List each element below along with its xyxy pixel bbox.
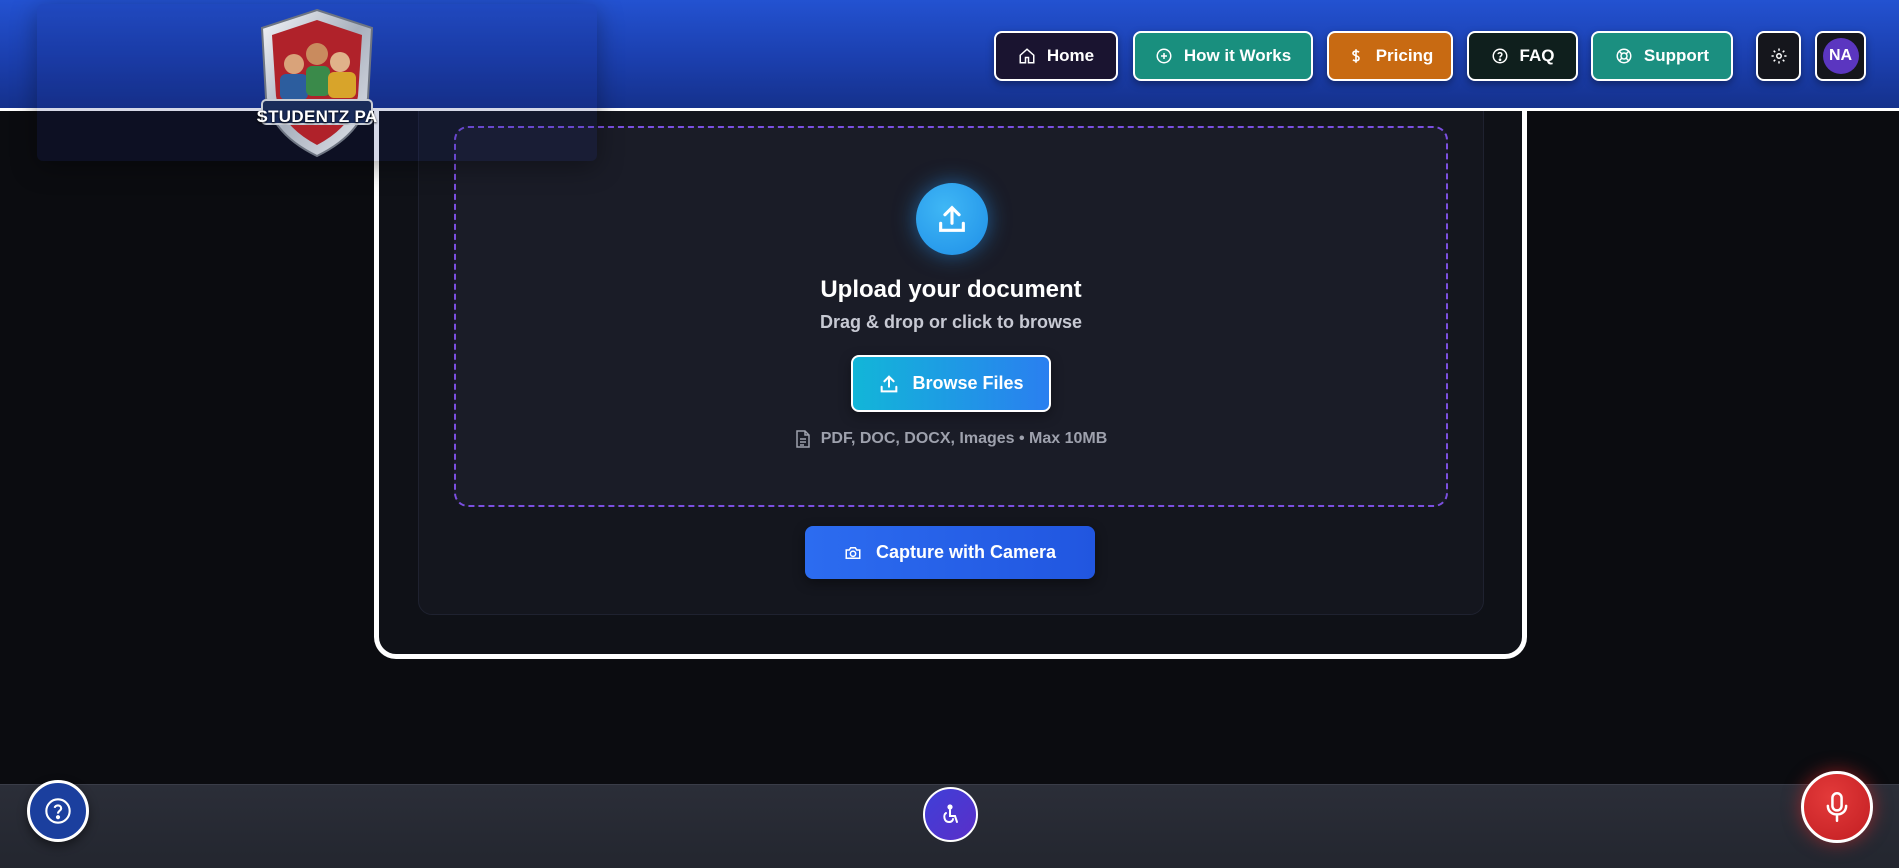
upload-subtitle: Drag & drop or click to browse: [819, 312, 1083, 332]
logo[interactable]: STUDENTZ PA: [250, 6, 384, 160]
home-button[interactable]: Home: [994, 31, 1118, 81]
upload-title: Upload your document: [820, 276, 1082, 303]
avatar: NA: [1822, 38, 1859, 74]
lifebuoy-icon: [1616, 48, 1632, 64]
microphone-button[interactable]: [1801, 771, 1873, 843]
upload-icon: [939, 205, 965, 232]
accepted-formats: PDF, DOC, DOCX, Images • Max 10MB: [456, 430, 1446, 448]
settings-button[interactable]: [1756, 31, 1801, 81]
logo-text: STUDENTZ PA: [256, 107, 378, 126]
capture-camera-label: Capture with Camera: [875, 542, 1057, 562]
question-circle-icon: [1492, 48, 1508, 64]
faq-button[interactable]: FAQ: [1467, 31, 1578, 81]
how-it-works-button[interactable]: How it Works: [1133, 31, 1313, 81]
how-it-works-label: How it Works: [1183, 46, 1292, 65]
help-button[interactable]: [27, 780, 89, 842]
support-button[interactable]: Support: [1591, 31, 1733, 81]
gear-icon: [1771, 48, 1786, 64]
upload-icon: [881, 374, 898, 392]
home-label: Home: [1046, 46, 1095, 65]
pricing-button[interactable]: Pricing: [1327, 31, 1453, 81]
user-avatar-button[interactable]: NA: [1815, 31, 1866, 81]
browse-files-button[interactable]: Browse Files: [851, 355, 1051, 412]
capture-camera-button[interactable]: Capture with Camera: [805, 526, 1095, 579]
faq-label: FAQ: [1519, 46, 1555, 65]
dollar-icon: [1351, 49, 1360, 63]
accessibility-button[interactable]: [923, 787, 978, 842]
support-label: Support: [1643, 46, 1710, 65]
upload-dropzone[interactable]: Upload your document Drag & drop or clic…: [454, 126, 1448, 507]
pricing-label: Pricing: [1375, 46, 1434, 65]
shield-logo-icon: [260, 8, 374, 158]
file-icon: [795, 430, 810, 448]
home-icon: [1019, 48, 1035, 64]
plus-circle-icon: [1156, 48, 1172, 64]
upload-badge: [916, 183, 988, 255]
accessibility-icon: [942, 803, 958, 823]
microphone-icon: [1826, 792, 1848, 822]
help-icon: [45, 798, 71, 824]
browse-files-label: Browse Files: [912, 373, 1024, 393]
camera-icon: [845, 546, 861, 559]
accepted-formats-text: PDF, DOC, DOCX, Images • Max 10MB: [820, 430, 1108, 447]
